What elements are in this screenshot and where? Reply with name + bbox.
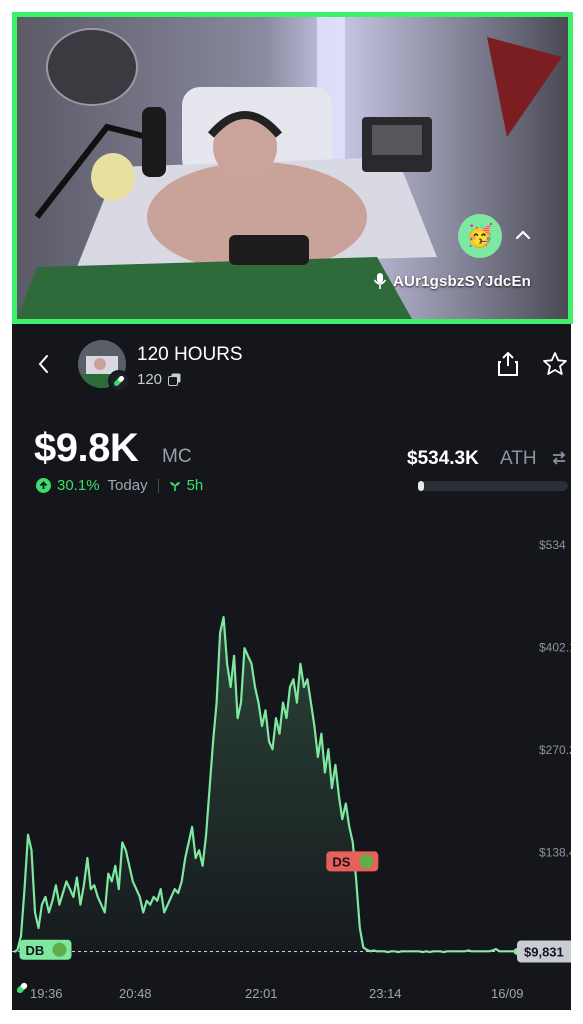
frog-icon: [52, 942, 67, 957]
party-face-icon: 🥳: [466, 223, 494, 248]
market-cap-value: $9.8K: [34, 426, 139, 470]
x-axis-tick-label: 19:36: [30, 986, 63, 1001]
change-percent: 30.1%: [57, 477, 100, 494]
reaction-button[interactable]: 🥳: [458, 214, 502, 258]
market-cap-unit: MC: [162, 446, 192, 467]
livestream-video[interactable]: 🥳 AUr1gsbzSYJdcEn: [12, 12, 573, 324]
active-speaker: AUr1gsbzSYJdcEn: [373, 272, 531, 290]
y-axis-tick-label: $534: [539, 538, 566, 552]
x-axis-tick-label: 20:48: [119, 986, 152, 1001]
x-axis-tick-label: 22:01: [245, 986, 278, 1001]
back-chevron-icon[interactable]: [34, 352, 54, 376]
y-axis-tick-label: $402.14: [539, 640, 571, 654]
trade-marker-label: DS: [332, 854, 350, 869]
pill-icon: [16, 982, 28, 994]
y-axis-tick-label: $270.27: [539, 743, 571, 757]
ath-progress-bar: [418, 481, 568, 491]
x-axis-tick-label: 16/09: [491, 986, 524, 1001]
ath-label: ATH: [500, 448, 537, 469]
current-price-label: $9,831: [524, 944, 564, 959]
microphone-icon: [373, 273, 387, 289]
ath-value: $534.3K: [407, 448, 479, 469]
price-area: [14, 617, 517, 954]
trade-marker-label: DB: [25, 943, 44, 958]
x-axis-tick-label: 23:14: [369, 986, 402, 1001]
star-icon[interactable]: [542, 351, 568, 377]
sprout-icon: [169, 481, 180, 491]
change-row: 30.1% Today 5h: [36, 477, 203, 494]
chevron-up-icon[interactable]: [513, 225, 533, 245]
frog-icon: [359, 854, 374, 869]
ath-progress-fill: [418, 481, 424, 491]
token-name: 120 HOURS: [137, 344, 243, 365]
token-symbol: 120: [137, 371, 163, 388]
y-axis-tick-label: $138.40: [539, 846, 571, 860]
share-icon[interactable]: [496, 351, 520, 377]
copy-icon[interactable]: [168, 373, 181, 386]
pill-badge-icon: [108, 370, 130, 392]
speaker-name: AUr1gsbzSYJdcEn: [393, 272, 532, 290]
change-period: Today: [107, 477, 148, 494]
arrow-up-icon: [36, 478, 51, 493]
divider: [157, 478, 159, 493]
swap-arrows-icon[interactable]: [550, 449, 568, 467]
token-age: 5h: [186, 477, 204, 494]
token-symbol-row: 120: [137, 371, 181, 388]
price-chart[interactable]: $534$402.14$270.27$138.40$6.54$9,831DBDS…: [12, 510, 571, 1010]
token-panel: 120 HOURS 120 $9.8K MC 30.1% Today 5h $5…: [12, 324, 571, 1010]
